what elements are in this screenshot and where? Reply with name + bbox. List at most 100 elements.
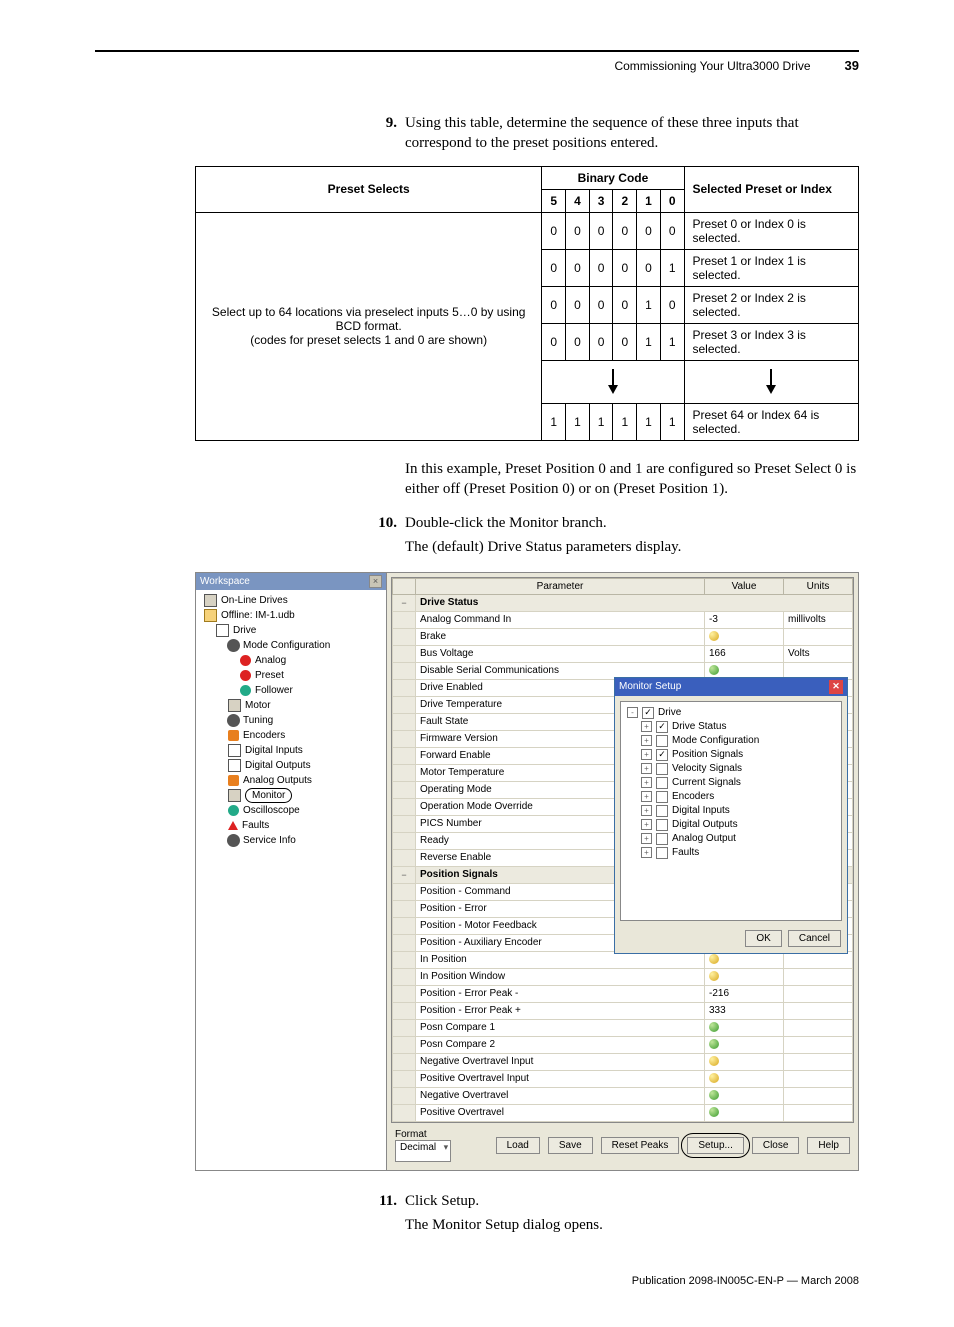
monitor-setup-item[interactable]: +✓Position Signals: [627, 748, 835, 762]
status-led-icon: [709, 971, 719, 981]
tree-item[interactable]: On-Line Drives: [204, 593, 382, 608]
close-icon[interactable]: ✕: [829, 680, 843, 694]
dot-org-icon: [228, 730, 239, 741]
monitor-setup-tree[interactable]: -✓Drive+✓Drive Status+Mode Configuration…: [620, 701, 842, 921]
section-header-row[interactable]: −Drive Status: [393, 594, 853, 611]
grid-row[interactable]: Position - Error Peak +333: [393, 1002, 853, 1019]
bit-cell: 0: [613, 323, 637, 360]
selected-cell: Preset 64 or Index 64 is selected.: [684, 403, 859, 440]
tree-item[interactable]: Motor: [204, 698, 382, 713]
expand-icon[interactable]: -: [627, 707, 638, 718]
units-cell: [784, 1053, 853, 1070]
expand-icon[interactable]: +: [641, 791, 652, 802]
checkbox[interactable]: ✓: [642, 707, 654, 719]
drive-icon: [204, 594, 217, 607]
tree-item[interactable]: Analog Outputs: [204, 773, 382, 788]
checkbox[interactable]: [656, 735, 668, 747]
bit-cell: 1: [660, 323, 684, 360]
setup-button[interactable]: Setup...: [687, 1137, 743, 1154]
close-icon[interactable]: ×: [369, 575, 382, 588]
grid-row[interactable]: Positive Overtravel Input: [393, 1070, 853, 1087]
close-button[interactable]: Close: [752, 1137, 800, 1154]
dialog-titlebar[interactable]: Monitor Setup ✕: [615, 678, 847, 696]
bit-cell: 1: [660, 403, 684, 440]
grid-row[interactable]: Bus Voltage166Volts: [393, 645, 853, 662]
monitor-setup-item[interactable]: +Digital Inputs: [627, 804, 835, 818]
tree-item[interactable]: Faults: [204, 818, 382, 833]
page-number: 39: [845, 58, 859, 73]
tree-item[interactable]: Preset: [204, 668, 382, 683]
grid-row[interactable]: In Position Window: [393, 968, 853, 985]
checkbox[interactable]: [656, 777, 668, 789]
bit-cell: 1: [542, 403, 566, 440]
format-select[interactable]: Decimal: [395, 1140, 451, 1162]
checkbox[interactable]: [656, 847, 668, 859]
grid-row[interactable]: In Position: [393, 951, 853, 968]
checkbox[interactable]: ✓: [656, 749, 668, 761]
tree-item[interactable]: Mode Configuration: [204, 638, 382, 653]
checkbox[interactable]: ✓: [656, 721, 668, 733]
monitor-setup-dialog[interactable]: Monitor Setup ✕ -✓Drive+✓Drive Status+Mo…: [614, 677, 848, 954]
tree-item[interactable]: Encoders: [204, 728, 382, 743]
tree-item[interactable]: Digital Outputs: [204, 758, 382, 773]
help-button[interactable]: Help: [807, 1137, 850, 1154]
param-cell: Posn Compare 2: [416, 1036, 705, 1053]
checkbox[interactable]: [656, 833, 668, 845]
monitor-setup-item[interactable]: + Faults: [627, 846, 835, 860]
bit-cell: 0: [589, 286, 613, 323]
tree-item[interactable]: Offline: IM-1.udb: [204, 608, 382, 623]
monitor-setup-item[interactable]: +Digital Outputs: [627, 818, 835, 832]
checkbox[interactable]: [656, 791, 668, 803]
grid-row[interactable]: Positive Overtravel: [393, 1104, 853, 1121]
tree-item[interactable]: Drive: [204, 623, 382, 638]
tree-item[interactable]: Digital Inputs: [204, 743, 382, 758]
expand-icon[interactable]: +: [641, 749, 652, 760]
item-label: Mode Configuration: [672, 734, 759, 748]
expand-icon[interactable]: +: [641, 763, 652, 774]
tree-item[interactable]: Tuning: [204, 713, 382, 728]
tree-item[interactable]: Oscilloscope: [204, 803, 382, 818]
tree-item[interactable]: Analog: [204, 653, 382, 668]
save-button[interactable]: Save: [548, 1137, 593, 1154]
tree-item[interactable]: Monitor: [204, 788, 382, 803]
expand-icon[interactable]: +: [641, 721, 652, 732]
workspace-tree[interactable]: On-Line DrivesOffline: IM-1.udbDriveMode…: [196, 590, 386, 1170]
value-cell: 333: [705, 1002, 784, 1019]
ok-button[interactable]: OK: [745, 930, 781, 947]
expand-icon[interactable]: +: [641, 777, 652, 788]
monitor-setup-item[interactable]: + Mode Configuration: [627, 734, 835, 748]
monitor-setup-item[interactable]: +✓Drive Status: [627, 720, 835, 734]
monitor-setup-item[interactable]: +Analog Output: [627, 832, 835, 846]
expand-icon[interactable]: +: [641, 805, 652, 816]
item-label: Faults: [672, 846, 699, 860]
grid-row[interactable]: Negative Overtravel: [393, 1087, 853, 1104]
checkbox[interactable]: [656, 819, 668, 831]
collapse-icon[interactable]: −: [393, 594, 416, 611]
grid-row[interactable]: Posn Compare 2: [393, 1036, 853, 1053]
checkbox[interactable]: [656, 763, 668, 775]
step-11-desc: The Monitor Setup dialog opens.: [405, 1215, 859, 1235]
expand-icon[interactable]: +: [641, 847, 652, 858]
reset-peaks-button[interactable]: Reset Peaks: [601, 1137, 680, 1154]
checkbox[interactable]: [656, 805, 668, 817]
collapse-icon[interactable]: −: [393, 866, 416, 883]
monitor-setup-item[interactable]: -✓Drive: [627, 706, 835, 720]
tree-item[interactable]: Service Info: [204, 833, 382, 848]
load-button[interactable]: Load: [496, 1137, 540, 1154]
grid-row[interactable]: Negative Overtravel Input: [393, 1053, 853, 1070]
grid-row[interactable]: Posn Compare 1: [393, 1019, 853, 1036]
monitor-setup-item[interactable]: + Velocity Signals: [627, 762, 835, 776]
expand-icon[interactable]: +: [641, 735, 652, 746]
param-cell: Analog Command In: [416, 611, 705, 628]
item-label: Velocity Signals: [672, 762, 742, 776]
grid-row[interactable]: Position - Error Peak --216: [393, 985, 853, 1002]
expand-icon[interactable]: +: [641, 819, 652, 830]
tree-item[interactable]: Follower: [204, 683, 382, 698]
bit-cell: 0: [566, 249, 590, 286]
monitor-setup-item[interactable]: +Current Signals: [627, 776, 835, 790]
grid-row[interactable]: Analog Command In-3millivolts: [393, 611, 853, 628]
cancel-button[interactable]: Cancel: [788, 930, 841, 947]
expand-icon[interactable]: +: [641, 833, 652, 844]
grid-row[interactable]: Brake: [393, 628, 853, 645]
monitor-setup-item[interactable]: +Encoders: [627, 790, 835, 804]
